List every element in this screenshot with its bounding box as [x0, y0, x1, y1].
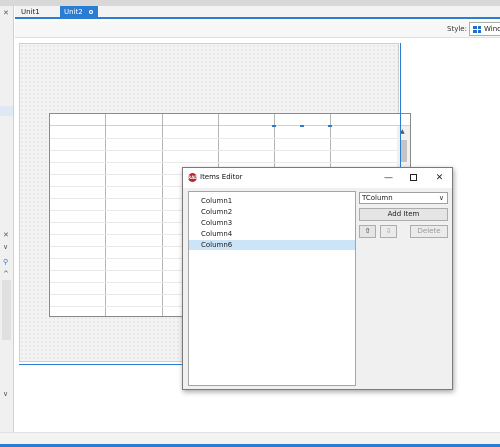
style-value: Windows	[484, 25, 500, 33]
tab-unit1[interactable]: Unit1	[17, 6, 44, 19]
scrollbar-thumb[interactable]	[400, 140, 407, 162]
dialog-title: Items Editor	[200, 173, 243, 181]
left-dock-panel: ✕ ✕ ∨ ⚲ ^ ∨	[0, 6, 14, 432]
grid-column-divider	[105, 114, 106, 316]
move-up-button[interactable]: ⇧	[359, 225, 376, 238]
search-icon[interactable]: ⚲	[3, 258, 8, 266]
item-class-dropdown[interactable]: TColumn ∨	[359, 192, 448, 204]
tab-unit2[interactable]: Unit2	[60, 6, 98, 19]
maximize-icon	[410, 174, 417, 181]
panel-scrollbar[interactable]	[2, 280, 11, 340]
editor-tab-bar: Unit1 Unit2	[15, 6, 500, 19]
list-item[interactable]: Column4	[189, 229, 355, 239]
delete-button[interactable]: Delete	[410, 225, 448, 238]
dialog-titlebar[interactable]: RAD Items Editor — ✕	[183, 168, 452, 188]
selection-handle[interactable]	[328, 125, 332, 127]
add-item-button[interactable]: Add Item	[359, 208, 448, 221]
maximize-button[interactable]	[401, 168, 426, 188]
list-item[interactable]: Column3	[189, 218, 355, 228]
selection-handle[interactable]	[272, 125, 276, 127]
grid-row-line	[50, 138, 398, 139]
items-list[interactable]: Column1 Column2 Column3 Column4 Column6	[188, 191, 356, 386]
item-class-value: TColumn	[362, 194, 393, 202]
list-item[interactable]: Column1	[189, 196, 355, 206]
windows-icon	[473, 26, 481, 33]
scroll-up-icon[interactable]: ^	[3, 270, 9, 278]
style-dropdown[interactable]: Windows	[469, 22, 500, 36]
close-button[interactable]: ✕	[427, 168, 452, 188]
tab-modified-icon	[89, 10, 93, 14]
style-label: Style:	[447, 25, 467, 33]
tab-label: Unit2	[64, 8, 83, 16]
minimize-button[interactable]: —	[376, 168, 401, 188]
panel2-close-icon[interactable]: ✕	[3, 231, 9, 239]
items-editor-dialog: RAD Items Editor — ✕ Column1 Column2 Col…	[182, 167, 453, 390]
grid-row-line	[50, 162, 398, 163]
grid-column-divider	[162, 114, 163, 316]
move-down-button[interactable]: ⇩	[380, 225, 397, 238]
list-item[interactable]: Column2	[189, 207, 355, 217]
grid-row-line	[50, 150, 398, 151]
list-item-selected[interactable]: Column6	[189, 240, 355, 250]
panel-close-icon[interactable]: ✕	[3, 9, 9, 17]
panel-selected-row[interactable]	[0, 106, 13, 116]
tab-label: Unit1	[21, 8, 40, 16]
style-toolbar: Style: Windows	[15, 21, 500, 38]
chevron-down-icon[interactable]: ∨	[3, 243, 8, 251]
selection-handle[interactable]	[300, 125, 304, 127]
grid-header	[50, 114, 410, 126]
chevron-down-icon: ∨	[438, 194, 444, 202]
scroll-down-icon[interactable]: ∨	[3, 390, 8, 398]
rad-logo-icon: RAD	[188, 173, 198, 182]
